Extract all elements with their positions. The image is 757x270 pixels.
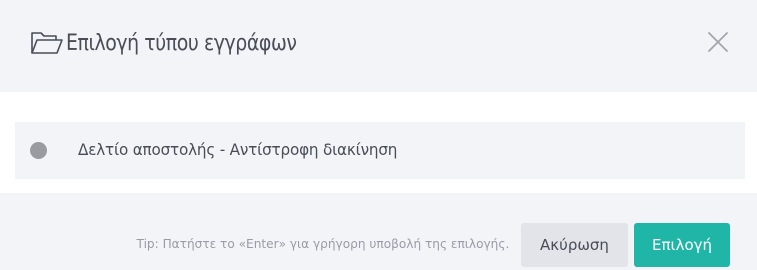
close-icon[interactable] [700,24,736,60]
dialog-title: Επιλογή τύπου εγγράφων [66,31,297,56]
dialog-body: Δελτίο αποστολής - Αντίστροφη διακίνηση [0,92,757,193]
dialog-header: Επιλογή τύπου εγγράφων [0,0,757,92]
dialog-footer: Tip: Πατήστε το «Enter» για γρήγορη υποβ… [0,193,757,270]
folder-open-icon [30,30,64,56]
tip-text: Tip: Πατήστε το «Enter» για γρήγορη υποβ… [136,236,509,251]
select-document-type-dialog: Επιλογή τύπου εγγράφων Δελτίο αποστολής … [0,0,757,270]
option-label: Δελτίο αποστολής - Αντίστροφη διακίνηση [78,140,398,159]
radio-dot[interactable] [30,142,47,159]
option-item-reverse-delivery-note[interactable]: Δελτίο αποστολής - Αντίστροφη διακίνηση [15,122,745,179]
select-button[interactable]: Επιλογή [634,223,730,267]
cancel-button[interactable]: Ακύρωση [521,223,628,267]
